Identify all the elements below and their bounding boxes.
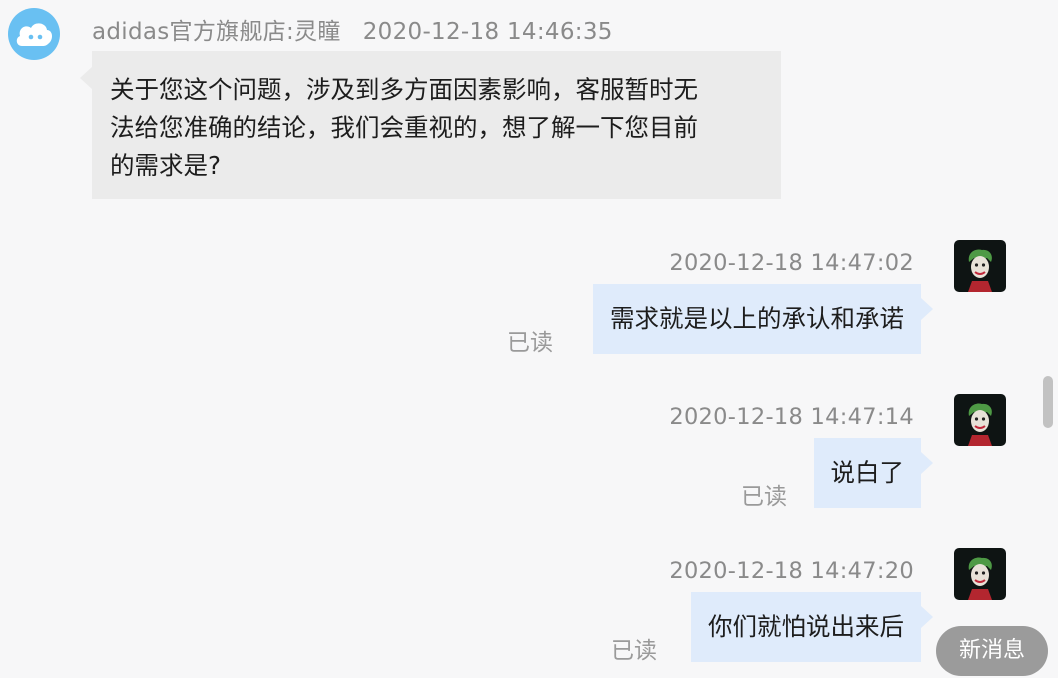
message-line: 法给您准确的结论，我们会重视的，想了解一下您目前 — [110, 113, 698, 142]
user-avatar-icon[interactable] — [954, 240, 1006, 292]
read-status: 已读 — [507, 330, 553, 356]
new-message-button[interactable]: 新消息 — [936, 626, 1048, 676]
incoming-timestamp: 2020-12-18 14:46:35 — [362, 19, 613, 45]
outgoing-timestamp: 2020-12-18 14:47:14 — [669, 404, 914, 430]
scrollbar-thumb[interactable] — [1043, 376, 1053, 428]
incoming-header: adidas官方旗舰店:灵瞳 2020-12-18 14:46:35 — [92, 12, 613, 46]
outgoing-timestamp: 2020-12-18 14:47:02 — [669, 250, 914, 276]
outgoing-timestamp: 2020-12-18 14:47:20 — [669, 558, 914, 584]
user-avatar-icon[interactable] — [954, 548, 1006, 600]
chat-window: adidas官方旗舰店:灵瞳 2020-12-18 14:46:35 关于您这个问… — [0, 0, 1058, 678]
read-status: 已读 — [611, 638, 657, 664]
outgoing-message-bubble[interactable]: 说白了 — [813, 438, 933, 508]
outgoing-message-bubble[interactable]: 需求就是以上的承认和承诺 — [593, 284, 933, 354]
sender-name: adidas官方旗舰店:灵瞳 — [92, 19, 341, 45]
message-line: 的需求是? — [110, 151, 222, 180]
read-status: 已读 — [741, 484, 787, 510]
outgoing-message-bubble[interactable]: 你们就怕说出来后 — [691, 592, 933, 662]
message-line: 关于您这个问题，涉及到多方面因素影响，客服暂时无 — [110, 75, 698, 104]
user-avatar-icon[interactable] — [954, 394, 1006, 446]
shop-avatar-icon[interactable] — [8, 8, 60, 60]
incoming-message-bubble[interactable]: 关于您这个问题，涉及到多方面因素影响，客服暂时无 法给您准确的结论，我们会重视的… — [80, 51, 781, 199]
